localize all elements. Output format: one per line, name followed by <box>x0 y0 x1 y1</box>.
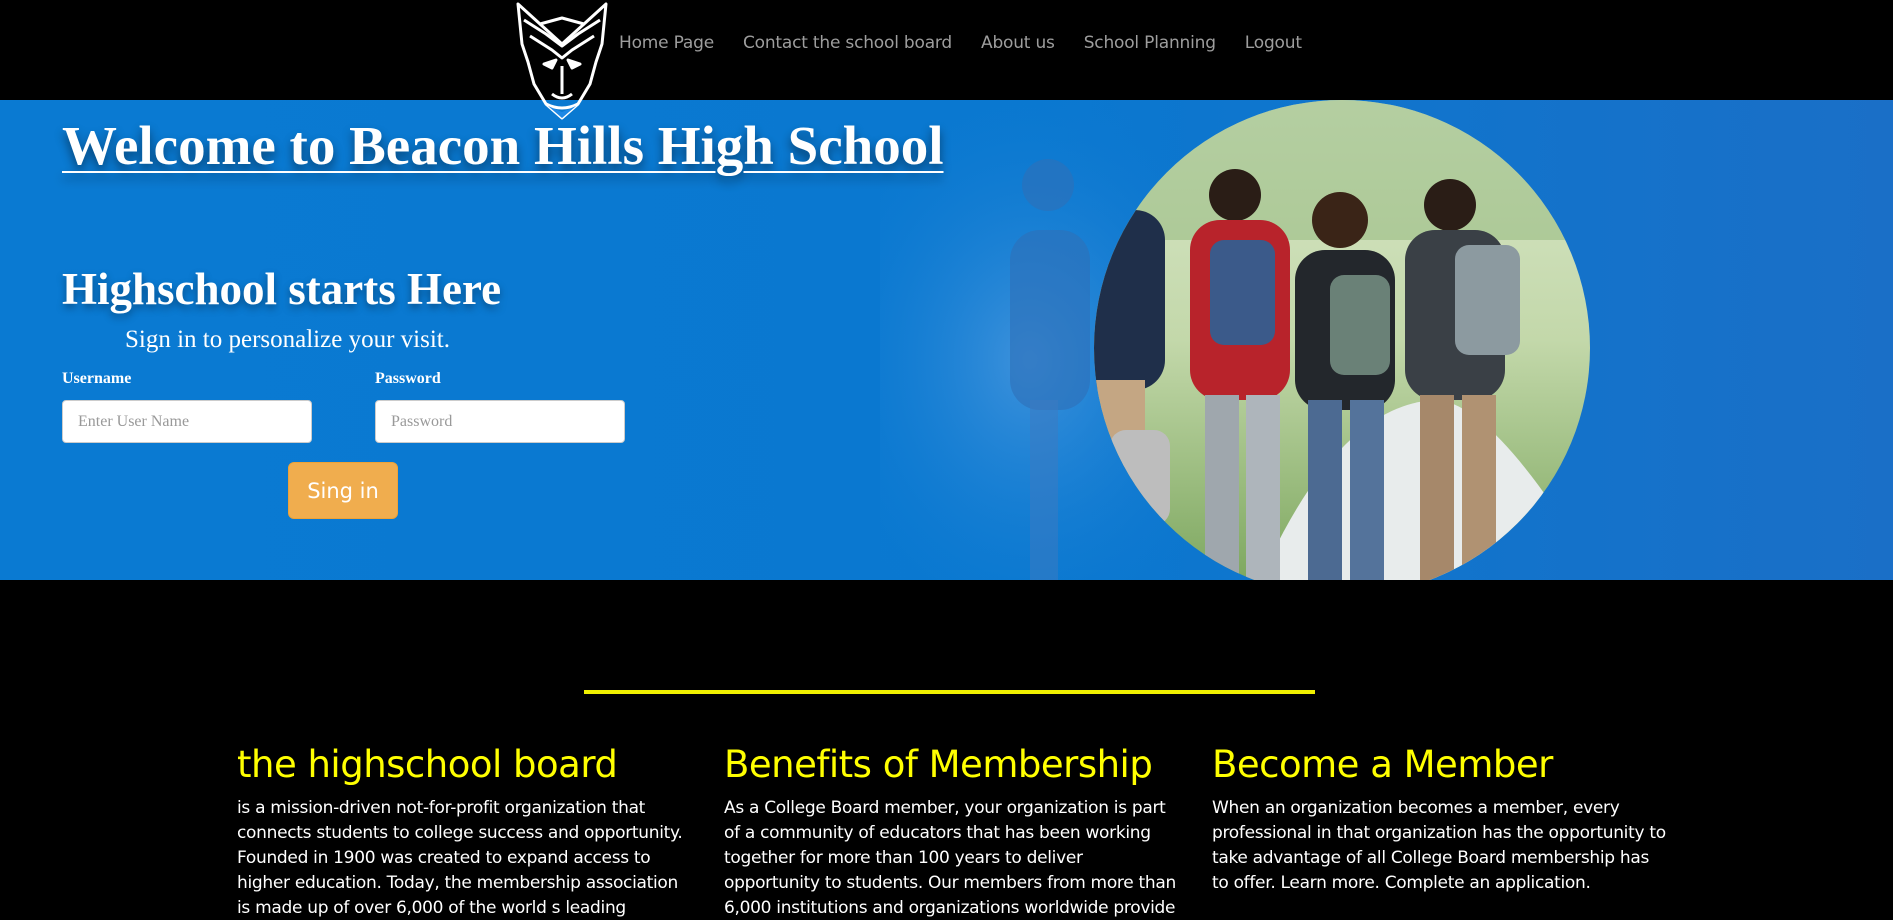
column-heading: Benefits of Membership <box>724 743 1153 786</box>
page-title: Welcome to Beacon Hills High School <box>62 115 944 176</box>
nav-school-planning[interactable]: School Planning <box>1084 30 1216 56</box>
wolf-logo-icon[interactable] <box>510 0 614 124</box>
column-body: is a mission-driven not-for-profit organ… <box>237 798 683 918</box>
username-input[interactable] <box>62 400 312 443</box>
column-body: When an organization becomes a member, e… <box>1212 798 1666 893</box>
sign-in-button[interactable]: Sing in <box>288 462 398 519</box>
hero-banner: Welcome to Beacon Hills High School High… <box>0 100 1893 580</box>
nav-home-page[interactable]: Home Page <box>619 30 714 56</box>
students-walking-photo <box>880 100 1590 580</box>
nav-links: Home Page Contact the school board About… <box>619 30 1331 56</box>
info-column-benefits: Benefits of Membership As a College Boar… <box>724 742 1179 920</box>
password-input[interactable] <box>375 400 625 443</box>
username-label: Username <box>62 370 132 387</box>
nav-logout[interactable]: Logout <box>1245 30 1302 56</box>
password-label: Password <box>375 370 441 387</box>
column-heading: Become a Member <box>1212 743 1553 786</box>
column-heading: the highschool board <box>237 743 618 786</box>
top-navbar: Home Page Contact the school board About… <box>0 0 1893 100</box>
hero-subtitle: Sign in to personalize your visit. <box>125 326 450 353</box>
hero-tagline: Highschool starts Here <box>62 264 502 314</box>
nav-about-us[interactable]: About us <box>981 30 1055 56</box>
nav-contact-school-board[interactable]: Contact the school board <box>743 30 952 56</box>
info-column-board: the highschool board is a mission-driven… <box>237 742 692 920</box>
section-divider <box>584 690 1315 694</box>
column-body: As a College Board member, your organiza… <box>724 798 1176 918</box>
info-column-become-member: Become a Member When an organization bec… <box>1212 742 1667 896</box>
